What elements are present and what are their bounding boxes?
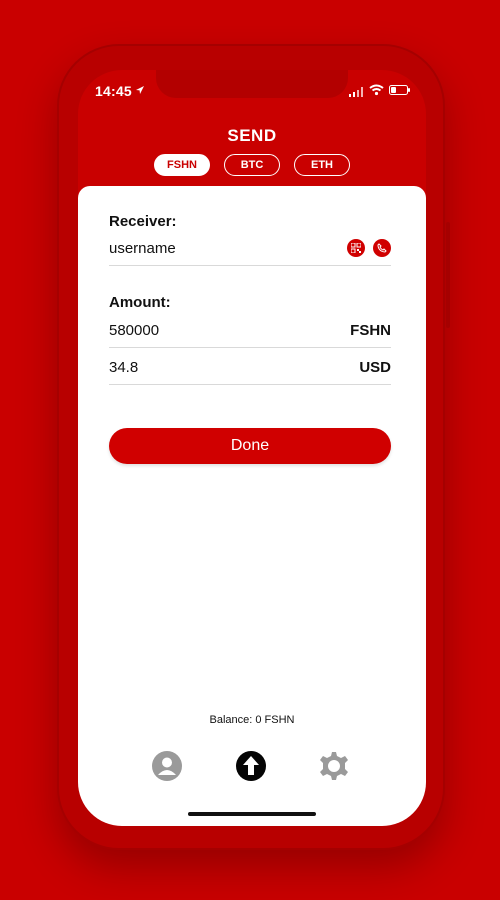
wifi-icon xyxy=(369,84,384,96)
tab-eth[interactable]: ETH xyxy=(294,154,350,176)
location-arrow-icon xyxy=(136,86,144,94)
home-indicator xyxy=(188,812,316,816)
user-icon[interactable] xyxy=(151,750,183,782)
amount-unit: FSHN xyxy=(350,322,391,339)
battery-icon xyxy=(389,85,410,95)
amount-usd-value: 34.8 xyxy=(109,359,139,376)
amount-usd-unit: USD xyxy=(359,359,391,376)
done-button[interactable]: Done xyxy=(109,428,391,464)
settings-icon[interactable] xyxy=(318,750,350,782)
phone-button[interactable] xyxy=(373,239,391,257)
phone-icon xyxy=(377,243,387,253)
send-form-panel: Receiver: username Amount: 580000 FSHN 3… xyxy=(78,186,426,826)
page-background: 14:45 SEND FSHN BTC ETH Receiver: userna… xyxy=(0,0,500,900)
send-icon[interactable] xyxy=(235,750,267,782)
page-title: SEND xyxy=(227,126,277,145)
amount-field-fshn[interactable]: 580000 FSHN xyxy=(109,320,391,348)
bottom-navigation xyxy=(78,746,426,790)
phone-side-button xyxy=(446,222,450,328)
qr-icon xyxy=(351,243,361,253)
status-time: 14:45 xyxy=(95,83,132,99)
notch xyxy=(156,70,348,98)
amount-label: Amount: xyxy=(109,294,171,311)
receiver-value: username xyxy=(109,240,176,257)
signal-icon xyxy=(349,87,363,97)
phone-screen: 14:45 SEND FSHN BTC ETH Receiver: userna… xyxy=(78,70,426,826)
balance-text: Balance: 0 FSHN xyxy=(209,714,295,726)
currency-tabs: FSHN BTC ETH xyxy=(78,154,426,176)
tab-btc[interactable]: BTC xyxy=(224,154,280,176)
qr-button[interactable] xyxy=(347,239,365,257)
receiver-input[interactable]: username xyxy=(109,238,391,266)
receiver-actions xyxy=(347,238,391,258)
amount-field-usd[interactable]: 34.8 USD xyxy=(109,357,391,385)
receiver-label: Receiver: xyxy=(109,213,177,230)
tab-fshn[interactable]: FSHN xyxy=(154,154,210,176)
amount-value: 580000 xyxy=(109,322,160,339)
